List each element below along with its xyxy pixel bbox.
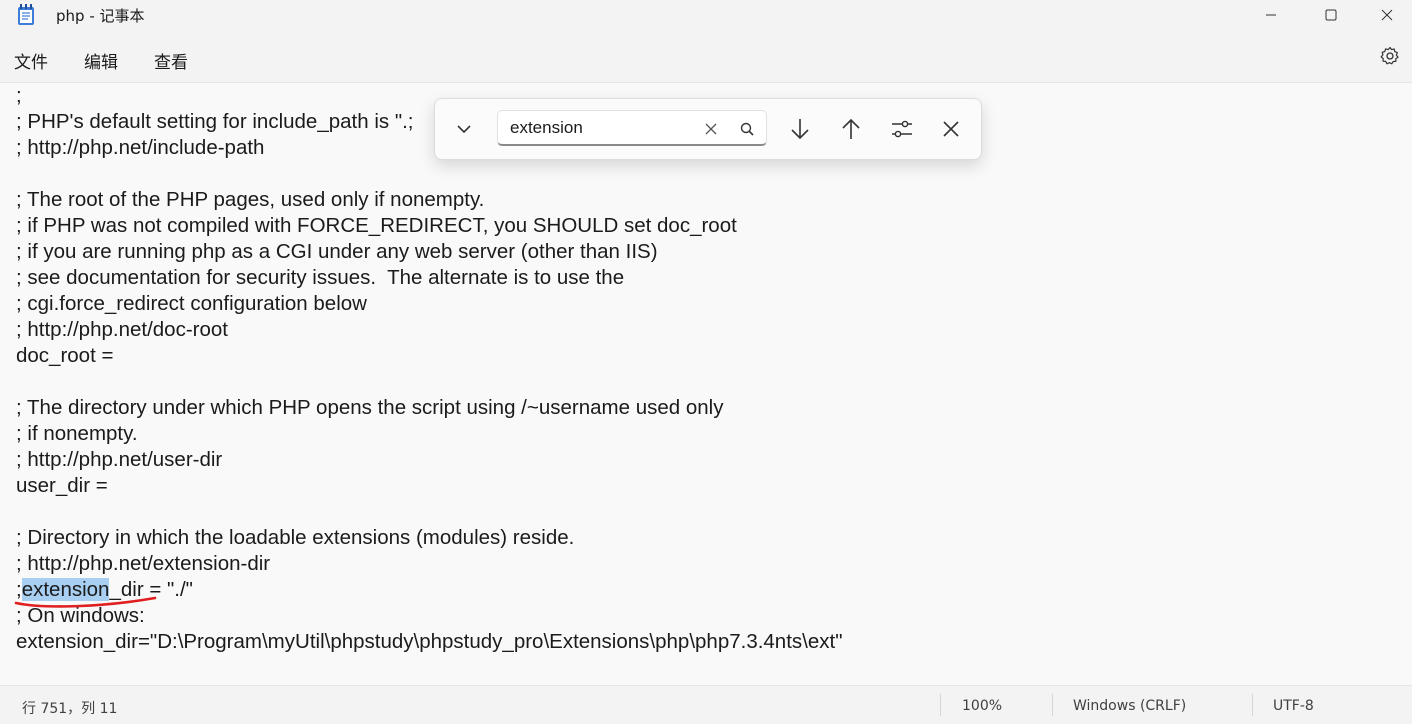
menu-bar: 文件 编辑 查看 <box>0 30 1412 83</box>
menu-edit[interactable]: 编辑 <box>84 48 118 73</box>
arrow-down-icon <box>791 119 809 140</box>
text-line[interactable]: extension_dir="D:\Program\myUtil\phpstud… <box>16 629 842 655</box>
chevron-down-icon <box>457 125 471 134</box>
close-window-button[interactable] <box>1362 0 1412 30</box>
text-line[interactable]: ; if you are running php as a CGI under … <box>16 239 842 265</box>
maximize-button[interactable] <box>1306 0 1356 30</box>
text-line[interactable]: ; http://php.net/extension-dir <box>16 551 842 577</box>
red-underline-annotation <box>14 596 157 608</box>
find-next-button[interactable] <box>786 115 814 143</box>
search-icon[interactable] <box>739 121 755 137</box>
text-line[interactable]: ; The root of the PHP pages, used only i… <box>16 187 842 213</box>
find-input[interactable]: extension <box>497 110 767 146</box>
editor-lines: ;; PHP's default setting for include_pat… <box>16 83 842 655</box>
text-line[interactable] <box>16 369 842 395</box>
text-line[interactable]: doc_root = <box>16 343 842 369</box>
maximize-icon <box>1325 9 1337 21</box>
text-line[interactable]: ; if nonempty. <box>16 421 842 447</box>
clear-search-icon[interactable] <box>703 121 719 137</box>
find-previous-button[interactable] <box>837 115 865 143</box>
text-line[interactable] <box>16 499 842 525</box>
text-line[interactable]: ; http://php.net/user-dir <box>16 447 842 473</box>
text-line[interactable]: ; cgi.force_redirect configuration below <box>16 291 842 317</box>
find-query[interactable]: extension <box>510 118 583 138</box>
text-line[interactable]: ; Directory in which the loadable extens… <box>16 525 842 551</box>
zoom-level[interactable]: 100% <box>962 698 1002 714</box>
minimize-icon <box>1266 14 1276 16</box>
cursor-position: 行 751，列 11 <box>22 701 118 717</box>
text-line[interactable]: ; if PHP was not compiled with FORCE_RED… <box>16 213 842 239</box>
status-divider <box>940 694 941 716</box>
text-line[interactable]: ; http://php.net/doc-root <box>16 317 842 343</box>
text-line[interactable] <box>16 161 842 187</box>
notepad-app-icon <box>18 4 34 25</box>
status-divider <box>1252 694 1253 716</box>
window-title: php - 记事本 <box>56 7 145 25</box>
close-icon <box>1381 9 1393 21</box>
toggle-replace-button[interactable] <box>450 115 478 143</box>
line-ending[interactable]: Windows (CRLF) <box>1073 698 1186 714</box>
sliders-icon <box>892 120 912 138</box>
title-bar: php - 记事本 <box>0 0 1412 30</box>
close-find-button[interactable] <box>937 115 965 143</box>
menu-view[interactable]: 查看 <box>154 48 188 73</box>
text-line[interactable]: user_dir = <box>16 473 842 499</box>
minimize-button[interactable] <box>1246 0 1296 30</box>
find-panel: extension <box>434 98 982 160</box>
text-editor[interactable]: ;; PHP's default setting for include_pat… <box>0 83 1412 685</box>
text-line[interactable]: ; The directory under which PHP opens th… <box>16 395 842 421</box>
menu-file[interactable]: 文件 <box>14 48 48 73</box>
status-bar: 行 751，列 11 100% Windows (CRLF) UTF-8 <box>0 685 1412 724</box>
gear-icon[interactable] <box>1380 46 1400 66</box>
arrow-up-icon <box>842 118 860 139</box>
status-divider <box>1052 694 1053 716</box>
text-line[interactable]: ; see documentation for security issues.… <box>16 265 842 291</box>
find-options-button[interactable] <box>888 115 916 143</box>
close-icon <box>943 121 959 137</box>
encoding[interactable]: UTF-8 <box>1273 698 1314 714</box>
